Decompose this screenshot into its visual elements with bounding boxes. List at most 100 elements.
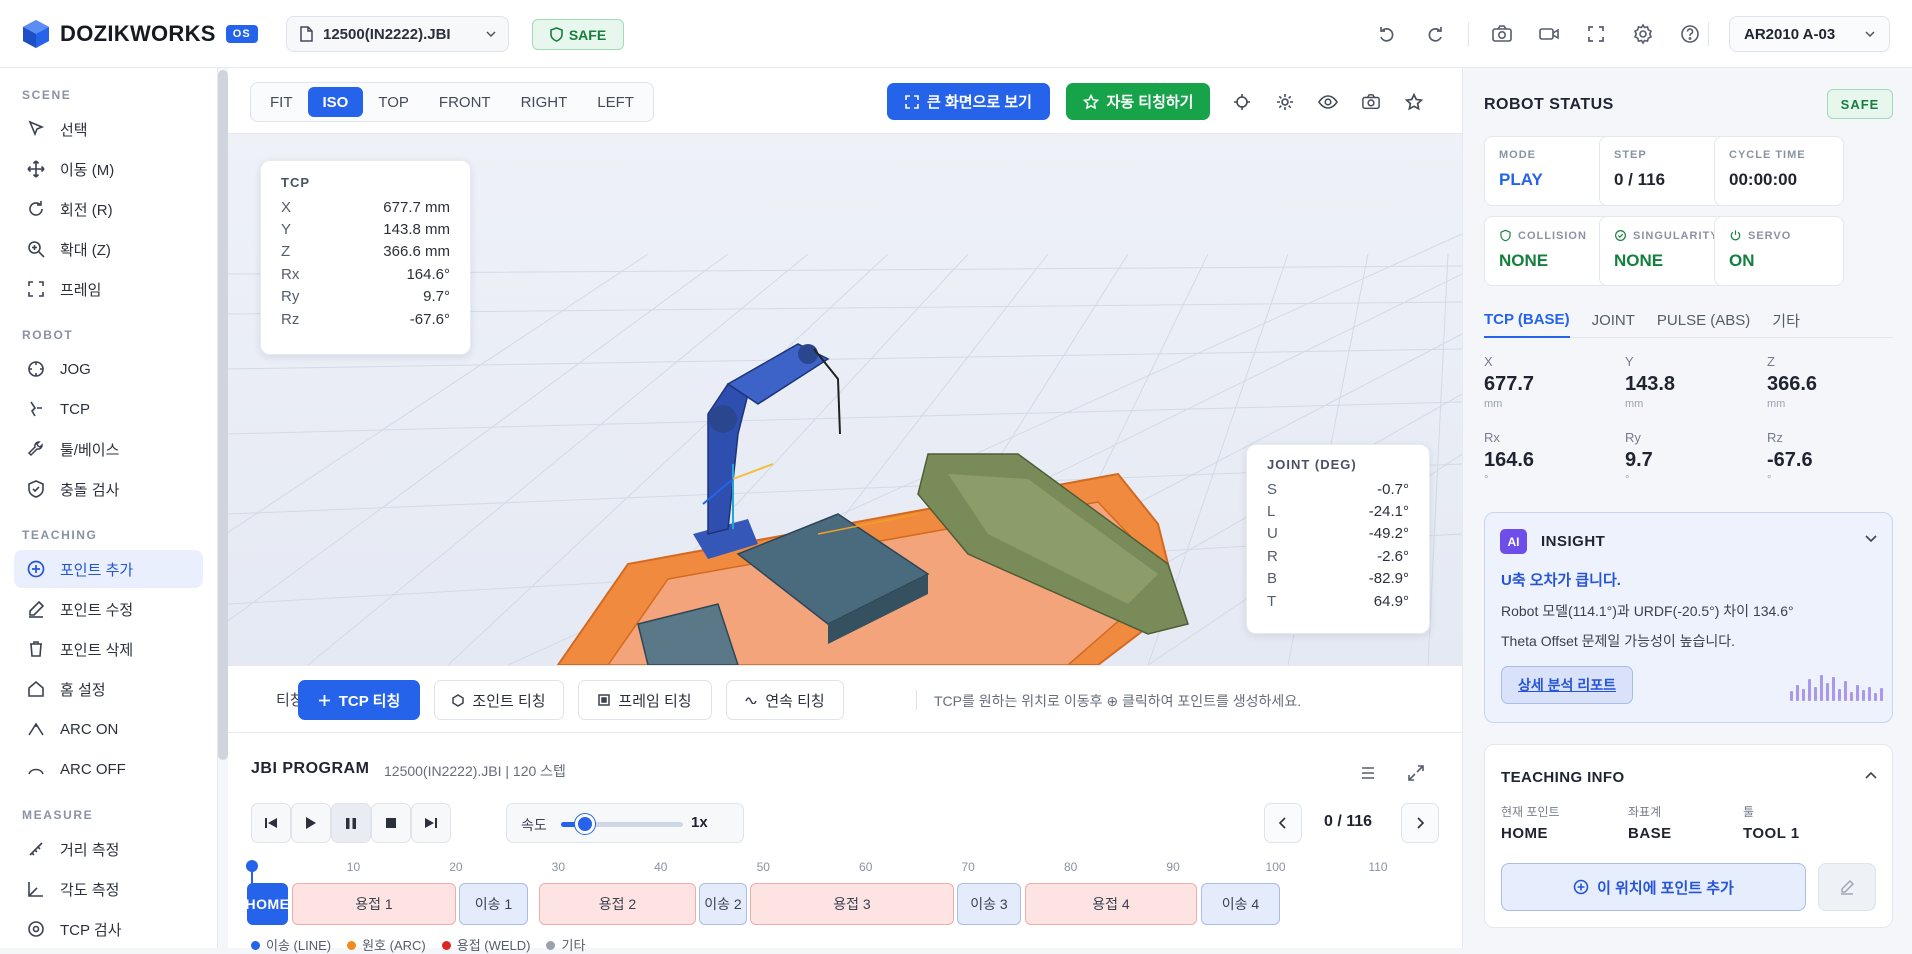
- expand-panel-icon[interactable]: [1402, 759, 1430, 787]
- timeline-segment[interactable]: 이송 2: [699, 883, 747, 925]
- favorite-star-icon[interactable]: [1400, 88, 1428, 116]
- sidebar-item[interactable]: 포인트 추가: [14, 550, 203, 588]
- sparkline-bar: [1880, 688, 1883, 701]
- timeline-segment[interactable]: 용접 3: [750, 883, 954, 925]
- ruler-tick: 100: [1265, 860, 1286, 874]
- view-tab[interactable]: RIGHT: [506, 87, 583, 117]
- sidebar-item[interactable]: 프레임: [14, 270, 203, 308]
- sidebar-item[interactable]: 거리 측정: [14, 830, 203, 868]
- file-select[interactable]: 12500(IN2222).JBI: [286, 16, 509, 52]
- gear-icon[interactable]: [1629, 20, 1657, 48]
- 3d-viewport[interactable]: TCP X 677.7 mm Y 143.8 mm Z 366.6 mm Rx 164.6° R…: [228, 134, 1462, 665]
- timeline-segment[interactable]: 이송 1: [459, 883, 528, 925]
- step-counter: 0 / 116: [1324, 813, 1373, 830]
- prev-step-button[interactable]: [1264, 803, 1302, 843]
- wave-icon: [745, 696, 757, 704]
- detailed-report-button[interactable]: 상세 분석 리포트: [1501, 666, 1633, 704]
- timeline-segment[interactable]: 용접 4: [1025, 883, 1197, 925]
- sidebar-item[interactable]: 홈 설정: [14, 670, 203, 708]
- joint-row-key: S: [1267, 480, 1278, 498]
- sidebar-item[interactable]: TCP 검사: [14, 910, 203, 948]
- pause-button[interactable]: [331, 803, 371, 843]
- robot-select[interactable]: AR2010 A-03: [1729, 16, 1890, 52]
- coordinate-tab[interactable]: PULSE (ABS): [1657, 302, 1750, 338]
- view-tab[interactable]: TOP: [363, 87, 424, 117]
- view-tab[interactable]: ISO: [307, 87, 364, 117]
- sidebar-item[interactable]: 선택: [14, 110, 203, 148]
- sidebar-item[interactable]: 포인트 수정: [14, 590, 203, 628]
- list-icon[interactable]: [1354, 759, 1382, 787]
- brand[interactable]: DOZIKWORKS OS: [22, 19, 258, 49]
- camera-icon[interactable]: [1488, 20, 1516, 48]
- skip-start-button[interactable]: [251, 803, 291, 843]
- coordinate-unit: mm: [1484, 398, 1503, 410]
- chevron-down-icon: [1865, 31, 1875, 37]
- sidebar-item[interactable]: 포인트 삭제: [14, 630, 203, 668]
- sidebar-item[interactable]: TCP: [14, 390, 203, 428]
- next-step-button[interactable]: [1401, 803, 1439, 843]
- light-icon[interactable]: [1271, 88, 1299, 116]
- add-point-here-button[interactable]: 이 위치에 포인트 추가: [1501, 863, 1806, 911]
- auto-teach-button[interactable]: 자동 티칭하기: [1066, 83, 1210, 120]
- chevron-down-icon[interactable]: [1865, 535, 1877, 543]
- coordinate-tabs: TCP (BASE) JOINT PULSE (ABS) 기타: [1484, 302, 1893, 338]
- timeline-segment[interactable]: 이송 4: [1201, 883, 1280, 925]
- jbi-program-panel: JBI PROGRAM 12500(IN2222).JBI | 120 스텝 속…: [228, 733, 1462, 953]
- teaching-info-key: 현재 포인트: [1501, 805, 1560, 819]
- eye-icon[interactable]: [1314, 88, 1342, 116]
- sidebar-item[interactable]: ARC ON: [14, 710, 203, 748]
- fullscreen-view-button[interactable]: 큰 화면으로 보기: [887, 83, 1050, 120]
- sparkline-bar: [1820, 675, 1823, 701]
- sidebar-item[interactable]: 충돌 검사: [14, 470, 203, 508]
- video-icon[interactable]: [1535, 20, 1563, 48]
- coordinate-tab[interactable]: TCP (BASE): [1484, 302, 1570, 338]
- coordinate-tab[interactable]: JOINT: [1592, 302, 1635, 338]
- joint-teach-button[interactable]: 조인트 티칭: [434, 680, 564, 720]
- chevron-up-icon[interactable]: [1865, 771, 1877, 779]
- crosshair-icon[interactable]: [1228, 88, 1256, 116]
- sidebar-item[interactable]: ARC OFF: [14, 750, 203, 788]
- speed-slider-handle[interactable]: [575, 814, 596, 834]
- sidebar-item[interactable]: 각도 측정: [14, 870, 203, 908]
- fullscreen-icon[interactable]: [1582, 20, 1610, 48]
- timeline-segment[interactable]: HOME: [246, 883, 289, 925]
- app-name: DOZIKWORKS: [60, 20, 216, 46]
- tcp-row: Ry 9.7°: [281, 286, 450, 308]
- view-tab[interactable]: FIT: [255, 87, 308, 117]
- status-tile: STEP 0 / 116: [1599, 136, 1729, 206]
- top-bar: DOZIKWORKS OS 12500(IN2222).JBI SAFE AR2…: [0, 0, 1912, 68]
- timeline-segment[interactable]: 용접 2: [539, 883, 696, 925]
- edit-point-button[interactable]: [1818, 863, 1876, 911]
- view-tab[interactable]: LEFT: [582, 87, 649, 117]
- sidebar-item[interactable]: 이동 (M): [14, 150, 203, 188]
- sidebar-scrollbar[interactable]: [218, 70, 228, 760]
- scrollbar-thumb[interactable]: [218, 70, 228, 760]
- sidebar-item-label: 거리 측정: [60, 841, 120, 859]
- timeline-ruler: 10 20 30 40 50 60 70 80 90 100 110: [228, 856, 1462, 878]
- continuous-teach-button[interactable]: 연속 티칭: [726, 680, 844, 720]
- sidebar-item[interactable]: 툴/베이스: [14, 430, 203, 468]
- undo-icon[interactable]: [1373, 20, 1401, 48]
- sidebar-item[interactable]: 확대 (Z): [14, 230, 203, 268]
- timeline-segment[interactable]: 이송 3: [957, 883, 1021, 925]
- coordinate-readout: Rx 164.6 °: [1484, 430, 1614, 486]
- shield-icon: [26, 479, 46, 499]
- play-button[interactable]: [291, 803, 331, 843]
- redo-icon[interactable]: [1421, 20, 1449, 48]
- view-tab[interactable]: FRONT: [424, 87, 506, 117]
- robot-status-title: ROBOT STATUS: [1484, 96, 1614, 113]
- sidebar-item[interactable]: 회전 (R): [14, 190, 203, 228]
- help-icon[interactable]: [1676, 20, 1704, 48]
- tcp-teach-button[interactable]: TCP 티칭: [298, 680, 420, 720]
- status-tile: COLLISION NONE: [1484, 216, 1614, 286]
- frame-teach-button[interactable]: 프레임 티칭: [578, 680, 712, 720]
- ruler-icon: [26, 839, 46, 859]
- timeline-segment[interactable]: 용접 1: [292, 883, 456, 925]
- screenshot-icon[interactable]: [1357, 88, 1385, 116]
- sidebar-item[interactable]: JOG: [14, 350, 203, 388]
- stop-button[interactable]: [371, 803, 411, 843]
- playhead-handle[interactable]: [246, 860, 258, 872]
- coordinate-tab[interactable]: 기타: [1772, 302, 1800, 338]
- status-tile-label-text: CYCLE TIME: [1729, 149, 1806, 161]
- skip-end-button[interactable]: [411, 803, 451, 843]
